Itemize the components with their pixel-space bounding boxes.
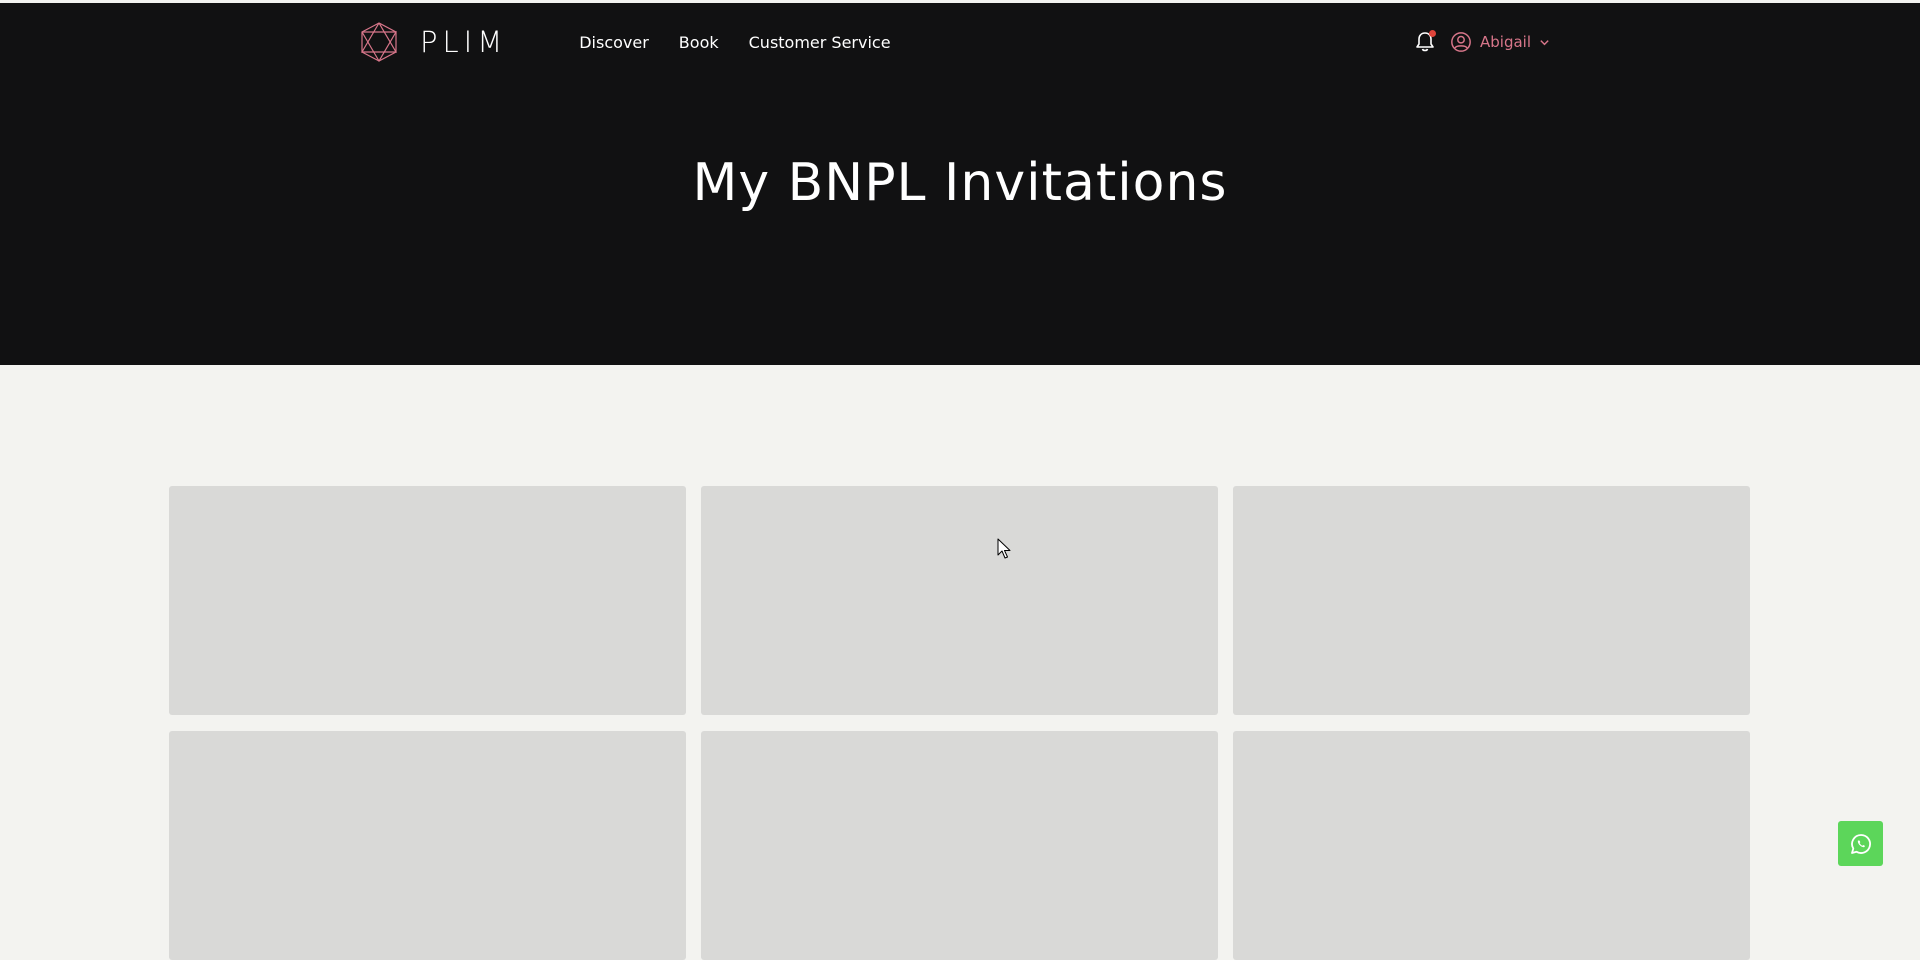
invitation-card-placeholder[interactable] [169,731,686,960]
hero-banner: PLIM Discover Book Customer Service Abig… [0,0,1920,365]
nav-right: Abigail [1412,29,1550,55]
user-circle-icon [1451,32,1471,52]
brand-logo[interactable]: PLIM [358,21,507,63]
invitation-card-placeholder[interactable] [169,486,686,715]
invitation-card-placeholder[interactable] [701,486,1218,715]
top-navigation: PLIM Discover Book Customer Service Abig… [358,21,1550,63]
invitation-card-placeholder[interactable] [1233,731,1750,960]
user-name: Abigail [1480,33,1531,51]
notifications-button[interactable] [1412,29,1438,55]
page-title: My BNPL Invitations [692,153,1228,213]
notification-dot [1429,30,1436,37]
invitation-card-placeholder[interactable] [701,731,1218,960]
mouse-cursor-icon [997,538,1011,559]
chevron-down-icon [1540,39,1549,45]
invitation-card-placeholder[interactable] [1233,486,1750,715]
user-menu[interactable]: Abigail [1450,31,1550,53]
nav-link-discover[interactable]: Discover [579,33,649,52]
brand-name: PLIM [420,25,508,59]
plim-logo-icon [360,22,398,63]
whatsapp-icon [1850,833,1871,854]
nav-link-book[interactable]: Book [679,33,719,52]
nav-link-customer-service[interactable]: Customer Service [749,33,891,52]
nav-links: Discover Book Customer Service [579,33,890,52]
invitations-grid [169,486,1751,960]
whatsapp-button[interactable] [1838,821,1883,866]
